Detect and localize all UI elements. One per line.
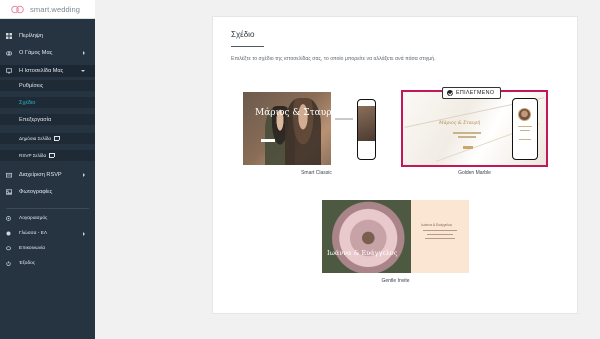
preview-couple-name: Μάριος & Σταυρή	[439, 121, 480, 126]
phone-mockup	[357, 99, 376, 160]
preview-side: Ιωάννα & Ευάγγελος	[411, 200, 469, 273]
preview-text-line	[335, 118, 353, 120]
brand-name: smart.wedding	[30, 4, 81, 14]
preview-button	[261, 139, 275, 142]
preview-couple-name: Μάριος & Σταυρή	[255, 108, 337, 118]
sidebar-item-label: Λογαριασμός	[19, 216, 48, 221]
sidebar-subitem-label: Σχέδιο	[19, 99, 36, 106]
preview-text-line	[427, 234, 453, 236]
sidebar-item-rsvp[interactable]: Διαχείριση RSVP	[0, 169, 95, 181]
chat-icon	[6, 246, 11, 251]
design-label: Golden Marble	[458, 170, 491, 176]
sidebar-item-label: Περίληψη	[19, 33, 43, 39]
sidebar-item-our-website[interactable]: Η Ιστοσελίδα Μας	[0, 65, 95, 77]
sidebar-subitem-label: Επεξεργασία	[19, 116, 52, 123]
selected-badge: ΕΠΙΛΕΓΜΕΝΟ	[442, 87, 502, 99]
photos-icon	[6, 189, 12, 195]
preview-text-line	[423, 230, 457, 232]
sidebar-item-photos[interactable]: Φωτογραφίες	[0, 186, 95, 198]
rings-icon	[6, 50, 12, 56]
sidebar-subitem-edit[interactable]: Επεξεργασία	[0, 114, 95, 125]
design-preview-smart-classic[interactable]: Μάριος & Σταυρή	[243, 92, 390, 165]
sidebar-subitem-label: Ρυθμίσεις	[19, 82, 44, 89]
power-icon	[6, 261, 11, 266]
external-link-icon	[49, 152, 55, 159]
account-icon	[6, 216, 11, 221]
sidebar-item-our-wedding[interactable]: Ο Γάμος Μας	[0, 47, 95, 59]
sidebar-item-label: Διαχείριση RSVP	[19, 172, 62, 178]
preview-text-line	[519, 139, 531, 140]
sidebar-divider	[6, 208, 89, 209]
preview-couple-name: Ιωάννα & Ευάγγελος	[327, 249, 398, 257]
sidebar-subitem-label: Δημόσια Σελίδα	[19, 135, 52, 141]
page-title: Σχέδιο	[231, 30, 255, 39]
preview-text-line	[453, 132, 481, 134]
preview-photo	[518, 108, 531, 121]
chevron-right-icon	[83, 231, 85, 236]
sidebar-item-label: Η Ιστοσελίδα Μας	[19, 68, 64, 74]
sidebar-item-label: Επικοινωνία	[19, 246, 46, 251]
preview-photo	[358, 106, 375, 141]
monitor-icon	[6, 68, 12, 74]
sidebar-item-label: Γλώσσα - ΕΛ	[19, 231, 48, 236]
sidebar-item-language[interactable]: Γλώσσα - ΕΛ	[0, 228, 95, 239]
selected-badge-label: ΕΠΙΛΕΓΜΕΝΟ	[456, 90, 495, 96]
preview-text-line	[518, 126, 532, 127]
rings-logo-icon	[10, 5, 26, 14]
preview-photo	[322, 200, 411, 273]
preview-text-line	[458, 136, 476, 138]
design-label: Gentle Invite	[381, 278, 410, 284]
rsvp-icon	[6, 172, 12, 178]
brand[interactable]: smart.wedding	[0, 0, 95, 19]
globe-icon	[6, 231, 11, 236]
sidebar-item-account[interactable]: Λογαριασμός	[0, 213, 95, 224]
sidebar-item-overview[interactable]: Περίληψη	[0, 30, 95, 42]
sidebar-item-label: Φωτογραφίες	[19, 189, 53, 195]
sidebar-subitem-settings[interactable]: Ρυθμίσεις	[0, 80, 95, 91]
sidebar-subitem-design[interactable]: Σχέδιο	[0, 97, 95, 108]
sidebar-subitem-label: RSVP Σελίδα	[19, 152, 47, 158]
sidebar-subitem-rsvp-page[interactable]: RSVP Σελίδα	[0, 150, 95, 161]
design-preview-golden-marble[interactable]: Μάριος & Σταυρή	[403, 92, 546, 165]
preview-text-line	[520, 130, 530, 131]
design-label: Smart Classic	[301, 170, 332, 176]
design-panel: Σχέδιο Επιλέξτε το σχέδιο της ιστοσελίδα…	[212, 16, 578, 314]
sidebar: smart.wedding Περίληψη Ο Γάμος Μας Η Ιστ…	[0, 0, 95, 339]
sidebar-item-logout[interactable]: Έξοδος	[0, 258, 95, 269]
chevron-down-icon	[81, 70, 85, 72]
sidebar-item-contact[interactable]: Επικοινωνία	[0, 243, 95, 254]
sidebar-subitem-public-page[interactable]: Δημόσια Σελίδα	[0, 133, 95, 144]
external-link-icon	[54, 135, 60, 142]
sidebar-item-label: Έξοδος	[19, 261, 36, 266]
phone-mockup	[512, 98, 538, 160]
chevron-right-icon	[83, 173, 85, 177]
check-circle-icon	[447, 90, 453, 96]
preview-text-line	[425, 238, 455, 240]
preview-title: Ιωάννα & Ευάγγελος	[421, 223, 453, 227]
preview-button	[463, 146, 473, 149]
page-hint: Επιλέξτε το σχέδιο της ιστοσελίδας σας, …	[231, 56, 436, 62]
design-preview-gentle-invite[interactable]: Ιωάννα & Ευάγγελος Ιωάννα & Ευάγγελος	[322, 200, 469, 273]
title-underline	[231, 46, 264, 47]
dashboard-icon	[6, 33, 12, 39]
sidebar-item-label: Ο Γάμος Μας	[19, 50, 53, 56]
chevron-right-icon	[83, 51, 85, 55]
